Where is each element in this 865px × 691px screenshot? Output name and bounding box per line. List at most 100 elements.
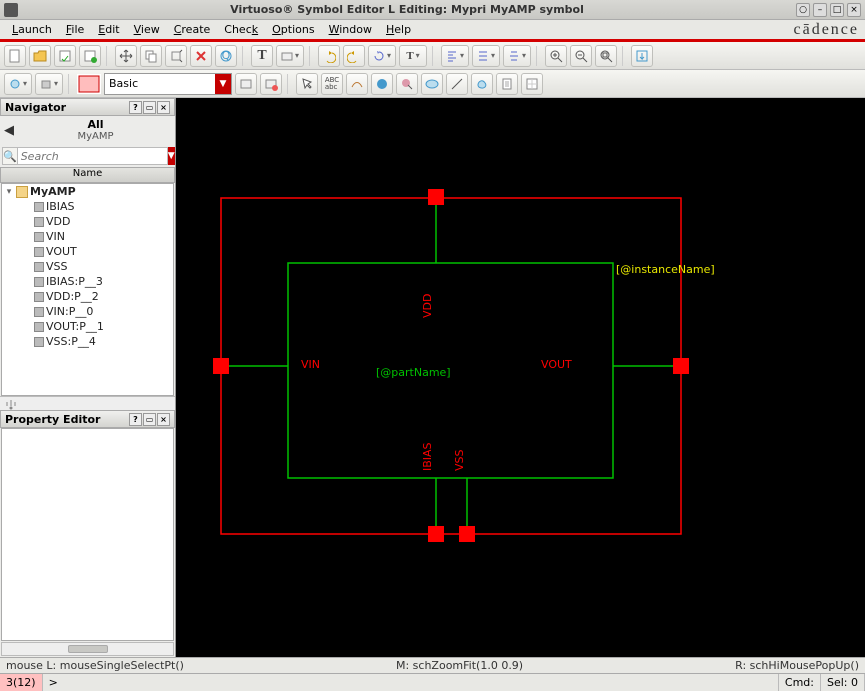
text-icon[interactable]: T [251,45,273,67]
propeditor-title: Property Editor [5,413,100,426]
search-dropdown-icon[interactable]: ▼ [168,147,175,165]
app-icon [4,3,18,17]
tree-item[interactable]: VDD:P__2 [2,289,173,304]
tree-item[interactable]: VIN [2,229,173,244]
zoom-in-icon[interactable] [545,45,567,67]
wire-icon[interactable] [346,73,368,95]
pin-window-icon[interactable]: ○ [796,3,810,17]
navigator-path: ◀ All MyAMP [0,116,175,145]
select-icon[interactable] [296,73,318,95]
navigator-title: Navigator [5,101,66,114]
tree-item[interactable]: IBIAS:P__3 [2,274,173,289]
zoom-fit-icon[interactable] [595,45,617,67]
propeditor-undock-icon[interactable]: ▭ [143,413,156,426]
align-left-dropdown[interactable] [441,45,469,67]
blob-icon[interactable] [471,73,493,95]
window-title: Virtuoso® Symbol Editor L Editing: Mypri… [18,3,796,16]
tree-item[interactable]: VOUT [2,244,173,259]
close-icon[interactable]: × [847,3,861,17]
label-ibias: IBIAS [421,442,434,471]
tree-item[interactable]: VOUT:P__1 [2,319,173,334]
tree-item[interactable]: VSS [2,259,173,274]
line-icon[interactable] [446,73,468,95]
cmd-prompt[interactable]: > [43,674,779,691]
menu-create[interactable]: Create [168,21,217,38]
symbol-canvas[interactable]: VDD VIN VOUT IBIAS VSS [@partName] [@ins… [176,98,865,657]
nav-back-icon[interactable]: ◀ [4,123,20,138]
rotate-dropdown[interactable] [368,45,396,67]
label-dropdown[interactable] [276,45,304,67]
redo-icon[interactable] [343,45,365,67]
navigator-header: Navigator ? ▭ × [0,98,175,116]
propeditor-help-icon[interactable]: ? [129,413,142,426]
circle-fill-icon[interactable] [371,73,393,95]
view-dropdown[interactable] [35,73,63,95]
copy-icon[interactable] [140,45,162,67]
layer-swatch [77,74,101,94]
menu-view[interactable]: View [128,21,166,38]
navigator-help-icon[interactable]: ? [129,101,142,114]
layer-vis2-icon[interactable] [260,73,282,95]
menu-launch[interactable]: Launch [6,21,58,38]
text-style-dropdown[interactable]: T [399,45,427,67]
undo-icon[interactable] [318,45,340,67]
align-center-dropdown[interactable] [503,45,531,67]
tree-item[interactable]: VIN:P__0 [2,304,173,319]
tree-item[interactable]: IBIAS [2,199,173,214]
open-icon[interactable] [29,45,51,67]
toolbar-layer: ▼ ABCabc [0,70,865,98]
status-cmd: Cmd: [779,674,821,691]
layer-vis1-icon[interactable] [235,73,257,95]
menu-file[interactable]: File [60,21,90,38]
nav-tree[interactable]: ▾ MyAMP IBIASVDDVINVOUTVSSIBIAS:P__3VDD:… [1,183,174,396]
menu-help[interactable]: Help [380,21,417,38]
nav-search: 🔍 ▼ [2,147,173,165]
menu-window[interactable]: Window [323,21,378,38]
menu-edit[interactable]: Edit [92,21,125,38]
propeditor-close-icon[interactable]: × [157,413,170,426]
status-errors[interactable]: 3(12) [0,674,43,691]
maximize-icon[interactable]: □ [830,3,844,17]
tree-root[interactable]: ▾ MyAMP [2,184,173,199]
zoom-out-icon[interactable] [570,45,592,67]
ellipse-icon[interactable] [421,73,443,95]
search-input[interactable] [17,147,168,165]
workspace-dropdown[interactable] [4,73,32,95]
status-mid: M: schZoomFit(1.0 0.9) [184,659,735,672]
svg-text:Q: Q [222,49,231,62]
properties-icon[interactable]: Q [215,45,237,67]
save-icon[interactable] [54,45,76,67]
propeditor-scrollbar[interactable] [1,642,174,656]
descend-icon[interactable] [631,45,653,67]
nav-resizer[interactable] [0,396,175,410]
layer-combo[interactable]: ▼ [104,73,232,95]
layer-input[interactable] [105,74,215,94]
abc-icon[interactable]: ABCabc [321,73,343,95]
stretch-icon[interactable] [165,45,187,67]
titlebar: Virtuoso® Symbol Editor L Editing: Mypri… [0,0,865,20]
tree-item[interactable]: VDD [2,214,173,229]
grid-icon[interactable] [521,73,543,95]
search-icon: 🔍 [2,147,17,165]
menu-options[interactable]: Options [266,21,320,38]
statusbar-mouse: mouse L: mouseSingleSelectPt() M: schZoo… [0,657,865,673]
cursor-shape-icon[interactable] [396,73,418,95]
brand-logo: cādence [793,21,859,39]
check-save-icon[interactable] [79,45,101,67]
status-sel: Sel: 0 [821,674,865,691]
note-icon[interactable] [496,73,518,95]
nav-list-header[interactable]: Name [0,167,175,183]
menu-check[interactable]: Check [218,21,264,38]
new-icon[interactable] [4,45,26,67]
status-right: R: schHiMousePopUp() [735,659,859,672]
delete-icon[interactable] [190,45,212,67]
navigator-undock-icon[interactable]: ▭ [143,101,156,114]
minimize-icon[interactable]: – [813,3,827,17]
layer-combo-arrow-icon[interactable]: ▼ [215,74,231,94]
navigator-close-icon[interactable]: × [157,101,170,114]
move-icon[interactable] [115,45,137,67]
nav-lib: MyAMP [20,131,171,142]
tree-item[interactable]: VSS:P__4 [2,334,173,349]
align-dist-dropdown[interactable] [472,45,500,67]
label-vout: VOUT [541,358,572,371]
